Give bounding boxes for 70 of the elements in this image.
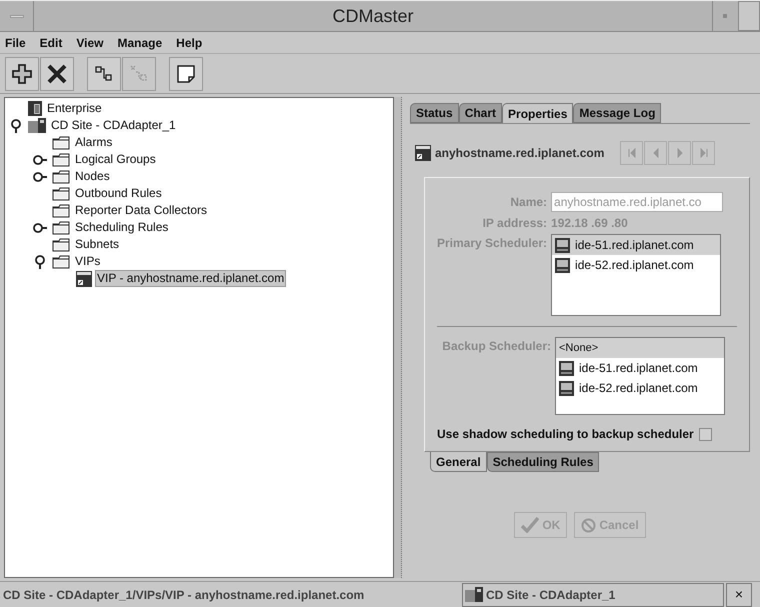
note-icon: [175, 62, 197, 84]
tab[interactable]: Properties: [502, 103, 574, 123]
tab[interactable]: General: [430, 452, 487, 472]
status-path: CD Site - CDAdapter_1/VIPs/VIP - anyhostname.red.iplanet.com: [2, 586, 366, 604]
checkmark-icon: [521, 517, 540, 533]
tree-item[interactable]: VIPs: [73, 253, 102, 270]
server-icon: [28, 118, 46, 133]
server-icon: [465, 587, 483, 602]
checkbox-label: Use shadow scheduling to backup scheduler: [437, 426, 694, 443]
field-label: Primary Scheduler:: [437, 235, 548, 252]
collapsed-toggle-icon[interactable]: [33, 154, 47, 166]
computer-icon: [559, 380, 574, 396]
field-label: Backup Scheduler:: [441, 338, 551, 355]
menu-item[interactable]: Edit: [40, 34, 62, 52]
x-icon: [46, 62, 68, 84]
splitter[interactable]: [394, 97, 402, 578]
tree-item[interactable]: VIP - anyhostname.red.iplanet.com: [95, 270, 286, 287]
tab[interactable]: Scheduling Rules: [486, 452, 600, 472]
host-icon: [76, 270, 92, 286]
folder-icon: [52, 136, 70, 150]
tree-item[interactable]: Enterprise: [45, 100, 104, 117]
tab[interactable]: Message Log: [573, 103, 662, 123]
tree-item[interactable]: CD Site - CDAdapter_1: [49, 117, 178, 134]
first-icon: [626, 147, 638, 159]
nodes-icon: [94, 64, 114, 84]
ip-address: 192.18 .69 .80: [551, 215, 629, 231]
window-title: CDMaster: [331, 5, 414, 28]
tab[interactable]: Chart: [458, 103, 502, 123]
expanded-toggle-icon[interactable]: [34, 254, 46, 268]
tree-item[interactable]: Logical Groups: [73, 151, 158, 168]
prohibited-icon: [581, 518, 596, 532]
menu-item[interactable]: Manage: [117, 34, 162, 52]
field-label: Name:: [509, 194, 548, 211]
tree-item[interactable]: Subnets: [73, 236, 122, 253]
menu-item[interactable]: File: [5, 34, 26, 52]
menu-item[interactable]: View: [76, 34, 104, 52]
collapsed-toggle-icon[interactable]: [33, 170, 47, 182]
folder-icon: [52, 238, 70, 252]
toolbar-button[interactable]: [40, 56, 74, 90]
tree-item[interactable]: Scheduling Rules: [73, 219, 170, 236]
host-title: anyhostname.red.iplanet.com: [435, 145, 604, 162]
computer-icon: [555, 238, 570, 252]
computer-icon: [555, 258, 570, 272]
building-icon: [28, 101, 42, 116]
maximize-button[interactable]: [738, 1, 760, 31]
computer-icon: [559, 360, 574, 376]
plus-icon: [11, 62, 33, 84]
tree-item[interactable]: Reporter Data Collectors: [73, 202, 210, 219]
field-label: IP address:: [482, 215, 548, 231]
toolbar-button[interactable]: [5, 56, 39, 90]
nodes-icon: [129, 64, 149, 84]
menu-item[interactable]: Help: [176, 34, 202, 52]
last-icon: [698, 147, 710, 159]
folder-icon: [52, 204, 70, 218]
site-tab[interactable]: CD Site - CDAdapter_1: [462, 582, 724, 606]
folder-icon: [52, 170, 70, 184]
toolbar-button[interactable]: [169, 56, 203, 90]
tab[interactable]: Status: [410, 103, 459, 123]
folder-icon: [52, 152, 70, 166]
tree-item[interactable]: Nodes: [73, 168, 112, 185]
tree-item[interactable]: Alarms: [73, 134, 114, 151]
host-icon: [415, 145, 431, 161]
close-button[interactable]: ×: [726, 582, 752, 606]
toolbar-button[interactable]: [87, 56, 121, 90]
expanded-toggle-icon[interactable]: [10, 118, 22, 132]
folder-icon: [52, 254, 70, 268]
folder-icon: [52, 220, 70, 234]
tree-item[interactable]: Outbound Rules: [73, 185, 164, 202]
collapsed-toggle-icon[interactable]: [33, 222, 47, 234]
folder-icon: [52, 186, 70, 200]
